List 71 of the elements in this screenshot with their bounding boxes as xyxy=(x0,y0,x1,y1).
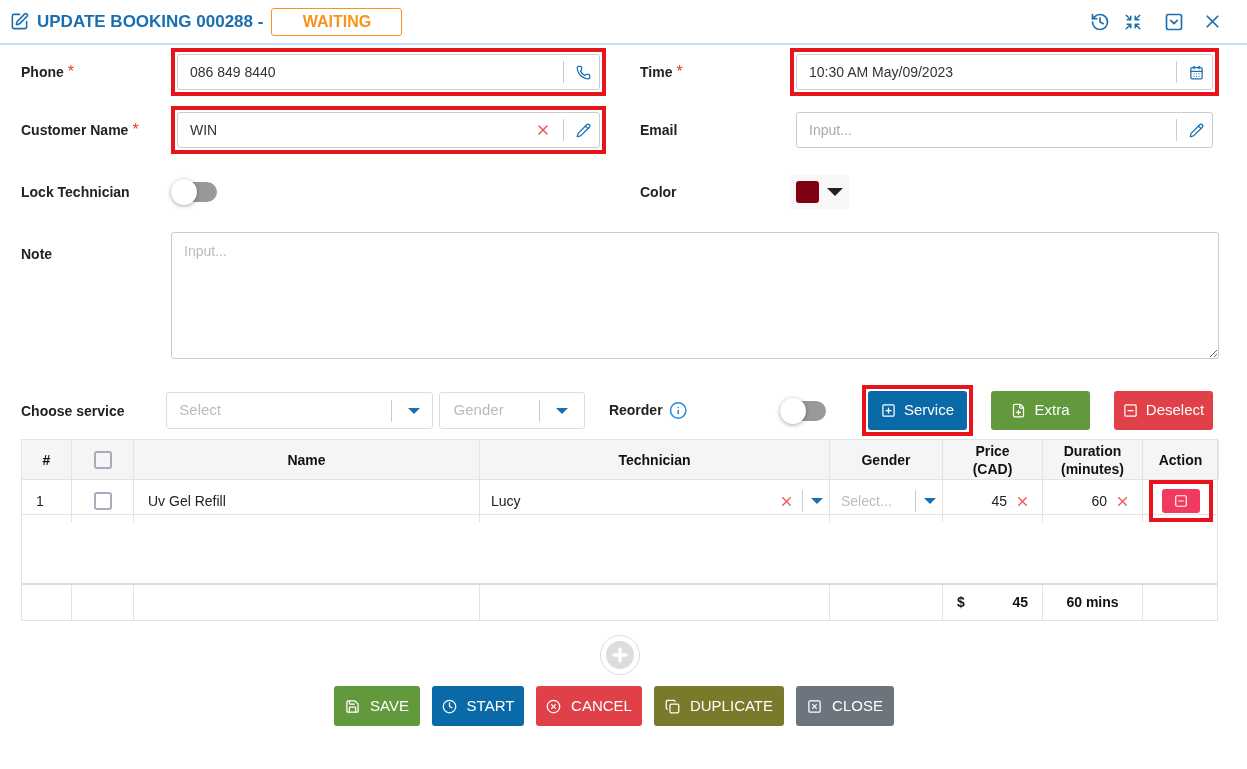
note-field[interactable]: Input... xyxy=(171,232,1219,359)
column-header: Technician xyxy=(618,450,691,469)
edit-icon xyxy=(10,12,29,31)
required-asterisk: * xyxy=(67,62,74,82)
name-field[interactable]: WIN xyxy=(177,112,600,148)
table-cell-text: 1 xyxy=(36,491,44,511)
pencil-icon[interactable] xyxy=(576,122,591,138)
action-button[interactable]: Deselect xyxy=(1114,391,1213,430)
table-cell-text: Uv Gel Refill xyxy=(148,491,226,511)
duration-field[interactable]: 60 xyxy=(1091,490,1107,512)
field-label: Note xyxy=(21,246,53,262)
dialog-title: UPDATE BOOKING 000288 - xyxy=(37,10,264,33)
footer-button[interactable]: DUPLICATE xyxy=(654,686,784,726)
phone-icon[interactable] xyxy=(576,64,591,80)
footer-button[interactable]: CLOSE xyxy=(796,686,894,726)
technician-select[interactable]: Lucy xyxy=(491,490,779,512)
email-field[interactable]: Input... xyxy=(796,112,1213,148)
history-icon[interactable] xyxy=(1090,11,1110,32)
field-label: Phone xyxy=(21,62,64,82)
footer-button[interactable]: CANCEL xyxy=(536,686,642,726)
column-header: Action xyxy=(1158,450,1203,469)
checkbox[interactable] xyxy=(93,492,112,510)
action-button[interactable]: Service xyxy=(868,391,967,430)
copy-icon xyxy=(664,698,680,714)
footer-button[interactable]: SAVE xyxy=(334,686,420,726)
calendar-icon[interactable] xyxy=(1189,64,1204,80)
circle-x-icon xyxy=(546,698,562,714)
field-label: Color xyxy=(640,182,677,202)
column-header: Price (CAD) xyxy=(972,441,1013,478)
minimize-icon[interactable] xyxy=(1164,11,1184,32)
field-label: Reorder xyxy=(608,401,663,420)
field-label: Choose service xyxy=(21,402,125,419)
caret-icon xyxy=(811,498,823,504)
duration-total: 60 mins xyxy=(1066,593,1119,612)
column-header: Duration (minutes) xyxy=(1061,441,1124,478)
file-plus-icon xyxy=(1011,403,1027,418)
field-label: Lock Technician xyxy=(21,182,130,202)
column-header: Gender xyxy=(861,450,911,469)
footer-button[interactable]: START xyxy=(432,686,524,726)
toggle-switch[interactable] xyxy=(780,400,826,421)
caret-icon xyxy=(407,407,420,414)
currency-symbol: $ xyxy=(957,593,965,612)
checkbox[interactable] xyxy=(93,450,112,469)
collapse-icon[interactable] xyxy=(1124,12,1142,31)
required-asterisk: * xyxy=(132,120,139,140)
caret-icon xyxy=(827,188,843,196)
field-label: Time xyxy=(640,62,673,82)
minus-square-icon xyxy=(1122,403,1138,418)
field-label: Email xyxy=(640,120,678,140)
time-field[interactable]: 10:30 AM May/09/2023 xyxy=(796,54,1213,90)
column-header: # xyxy=(42,450,51,469)
phone-field[interactable]: 086 849 8440 xyxy=(177,54,600,90)
price-total: 45 xyxy=(1012,593,1028,612)
required-asterisk: * xyxy=(676,62,683,82)
caret-icon xyxy=(924,498,936,504)
info-icon[interactable] xyxy=(668,401,687,420)
caret-icon xyxy=(555,407,568,414)
price-field[interactable]: 45 xyxy=(991,490,1007,512)
close-icon xyxy=(807,698,823,714)
action-button[interactable]: Extra xyxy=(991,391,1090,430)
status-badge: WAITING xyxy=(271,7,403,36)
remove-button[interactable] xyxy=(1162,489,1200,513)
toggle-switch[interactable] xyxy=(171,182,217,202)
color-picker[interactable] xyxy=(790,175,849,209)
plus-icon xyxy=(610,645,630,665)
pencil-icon[interactable] xyxy=(1189,122,1204,138)
field-label: Customer Name xyxy=(21,120,129,140)
plus-square-icon xyxy=(881,403,896,418)
column-header: Name xyxy=(287,450,326,469)
clock-icon xyxy=(441,698,457,714)
minus-square-icon xyxy=(1174,494,1188,508)
